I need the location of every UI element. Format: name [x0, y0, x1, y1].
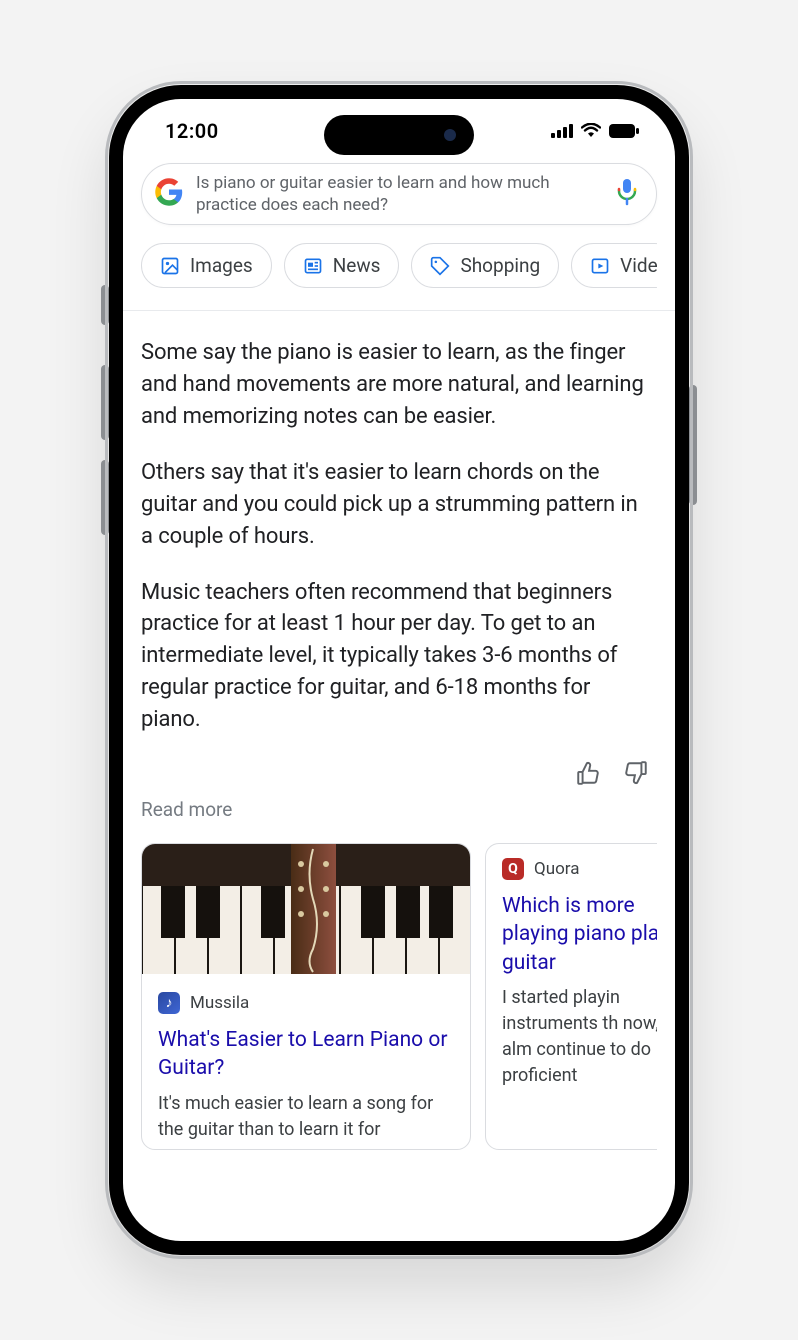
image-icon — [160, 256, 180, 276]
search-filter-chips: Images News Shopping — [141, 243, 657, 292]
source-cards-row: ♪ Mussila What's Easier to Learn Piano o… — [141, 843, 657, 1150]
chip-shopping[interactable]: Shopping — [411, 243, 559, 288]
screen: 12:00 Is piano or guitar easier to le — [123, 99, 675, 1241]
answer-paragraph: Music teachers often recommend that begi… — [141, 577, 651, 736]
mic-icon[interactable] — [616, 178, 638, 210]
google-logo-icon — [154, 177, 184, 211]
chip-label: News — [333, 254, 381, 277]
status-time: 12:00 — [165, 119, 219, 143]
power-button — [689, 385, 697, 505]
card-title: What's Easier to Learn Piano or Guitar? — [142, 1020, 470, 1089]
chip-videos[interactable]: Vide — [571, 243, 657, 288]
card-source: Quora — [534, 859, 579, 879]
card-snippet: It's much easier to learn a song for the… — [142, 1089, 470, 1149]
thumbs-up-icon[interactable] — [575, 760, 601, 790]
source-card-quora[interactable]: Q Quora Which is more playing piano play… — [485, 843, 657, 1150]
search-bar[interactable]: Is piano or guitar easier to learn and h… — [141, 163, 657, 225]
ai-answer-block: Some say the piano is easier to learn, a… — [141, 337, 657, 736]
card-snippet: I started playin instruments th now, aft… — [486, 983, 657, 1095]
wifi-icon — [581, 119, 601, 143]
play-icon — [590, 256, 610, 276]
chip-label: Images — [190, 254, 253, 277]
chip-images[interactable]: Images — [141, 243, 272, 288]
answer-paragraph: Others say that it's easier to learn cho… — [141, 457, 651, 553]
divider — [123, 310, 675, 311]
card-thumbnail — [142, 844, 470, 974]
read-more-link[interactable]: Read more — [141, 798, 657, 821]
search-query-text: Is piano or guitar easier to learn and h… — [196, 172, 604, 216]
chip-label: Vide — [620, 254, 657, 277]
battery-icon — [609, 119, 639, 143]
card-source: Mussila — [190, 993, 249, 1013]
favicon-mussila: ♪ — [158, 992, 180, 1014]
cellular-icon — [551, 119, 573, 143]
card-title: Which is more playing piano playing guit… — [486, 886, 657, 983]
feedback-row — [141, 760, 657, 790]
volume-down-button — [101, 460, 109, 535]
volume-up-button — [101, 365, 109, 440]
favicon-quora: Q — [502, 858, 524, 880]
tag-icon — [430, 256, 450, 276]
source-card-mussila[interactable]: ♪ Mussila What's Easier to Learn Piano o… — [141, 843, 471, 1150]
mute-switch — [101, 285, 109, 325]
chip-news[interactable]: News — [284, 243, 400, 288]
dynamic-island — [324, 115, 474, 155]
answer-paragraph: Some say the piano is easier to learn, a… — [141, 337, 651, 433]
thumbs-down-icon[interactable] — [623, 760, 649, 790]
phone-frame: 12:00 Is piano or guitar easier to le — [109, 85, 689, 1255]
chip-label: Shopping — [460, 254, 540, 277]
news-icon — [303, 256, 323, 276]
